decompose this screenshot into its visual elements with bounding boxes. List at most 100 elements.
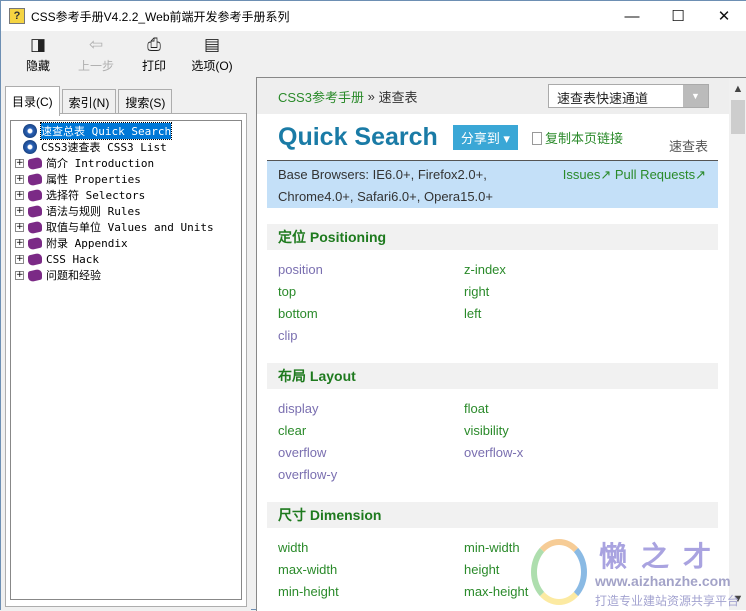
- expand-icon[interactable]: +: [15, 158, 24, 168]
- breadcrumb-home-link[interactable]: CSS3参考手册: [278, 87, 364, 106]
- section-heading: 定位 Positioning: [267, 224, 718, 250]
- property-link[interactable]: overflow: [278, 442, 464, 464]
- print-icon: ⎙: [147, 35, 161, 54]
- tree-item[interactable]: + 附录 Appendix: [11, 235, 241, 251]
- property-link[interactable]: z-index: [464, 259, 650, 281]
- property-list: display float clear visibility overflow overf…: [267, 389, 718, 486]
- expand-icon[interactable]: +: [15, 174, 24, 184]
- tree-item[interactable]: 速查总表 Quick Search: [11, 122, 241, 140]
- property-link[interactable]: float: [464, 398, 650, 420]
- maximize-button[interactable]: ☐: [655, 1, 701, 31]
- options-icon: ▤: [203, 35, 221, 54]
- contents-tree: 速查总表 Quick Search CSS3速查表 CSS3 List + 简介 In…: [10, 120, 242, 600]
- share-button[interactable]: 分享到 ▾: [452, 124, 518, 150]
- minimize-button[interactable]: —: [609, 1, 655, 31]
- expand-icon[interactable]: +: [15, 270, 24, 280]
- property-link[interactable]: top: [278, 281, 464, 303]
- browser-support-box: Base Browsers: IE6.0+, Firefox2.0+, Chro…: [267, 160, 718, 208]
- tree-item-label: 选择符 Selectors: [46, 189, 146, 202]
- help-page-icon: [23, 140, 37, 154]
- property-link[interactable]: min-width: [464, 537, 650, 559]
- tree-item-label: CSS3速查表 CSS3 List: [41, 141, 167, 154]
- toolbar-button-1[interactable]: ⇦ 上一步: [67, 31, 125, 77]
- breadcrumb-separator: »: [363, 88, 379, 104]
- property-link[interactable]: left: [464, 303, 650, 325]
- property-link[interactable]: height: [464, 559, 650, 581]
- page-tag: 速查表: [668, 139, 708, 154]
- property-link[interactable]: clear: [278, 420, 464, 442]
- expand-icon[interactable]: +: [15, 206, 24, 216]
- book-icon: [28, 268, 42, 282]
- tree-item[interactable]: + 问题和经验: [11, 267, 241, 283]
- expand-icon[interactable]: +: [15, 254, 24, 264]
- property-link[interactable]: min-height: [278, 581, 464, 603]
- toolbar-button-2[interactable]: ⎙ 打印: [125, 31, 183, 77]
- scroll-down-icon[interactable]: ▼: [729, 588, 746, 610]
- breadcrumb-current: 速查表: [378, 89, 418, 105]
- quick-channel-select[interactable]: 速查表快速通道 ▼: [548, 84, 709, 108]
- tab-2[interactable]: 搜索(S): [118, 89, 173, 115]
- scrollbar-thumb[interactable]: [731, 100, 745, 134]
- tree-item[interactable]: + 取值与单位 Values and Units: [11, 219, 241, 235]
- tree-item[interactable]: CSS3速查表 CSS3 List: [11, 139, 241, 155]
- help-page-icon: [23, 124, 37, 138]
- property-link[interactable]: bottom: [278, 303, 464, 325]
- toolbar-button-3[interactable]: ▤ 选项(O): [183, 31, 241, 77]
- tree-item-label: 取值与单位 Values and Units: [46, 221, 214, 234]
- expand-icon[interactable]: +: [15, 238, 24, 248]
- book-icon: [28, 236, 42, 250]
- help-app-icon: ?: [9, 8, 25, 24]
- book-icon: [28, 188, 42, 202]
- property-link[interactable]: position: [278, 259, 464, 281]
- tree-item-label: 属性 Properties: [46, 173, 141, 186]
- quick-channel-value: 速查表快速通道: [557, 91, 649, 106]
- tab-1[interactable]: 索引(N): [61, 89, 117, 115]
- copy-link-button[interactable]: 复制本页链接: [531, 128, 623, 147]
- property-link[interactable]: max-height: [464, 581, 650, 603]
- tree-item[interactable]: + 语法与规则 Rules: [11, 203, 241, 219]
- expand-icon[interactable]: +: [15, 190, 24, 200]
- tree-item[interactable]: + 简介 Introduction: [11, 155, 241, 171]
- content-pane: CSS3参考手册 » 速查表 速查表快速通道 ▼ Quick Search 分享…: [256, 77, 746, 611]
- property-link[interactable]: clip: [278, 325, 464, 347]
- tree-item[interactable]: + CSS Hack: [11, 251, 241, 267]
- toolbar-button-label: 选项(O): [191, 59, 233, 73]
- property-link[interactable]: display: [278, 398, 464, 420]
- property-link[interactable]: max-width: [278, 559, 464, 581]
- book-icon: [28, 252, 42, 266]
- tree-item[interactable]: + 选择符 Selectors: [11, 187, 241, 203]
- vertical-scrollbar[interactable]: ▲ ▼: [729, 78, 746, 610]
- property-link[interactable]: width: [278, 537, 464, 559]
- book-icon: [28, 204, 42, 218]
- property-link[interactable]: overflow-x: [464, 442, 650, 464]
- issues-link[interactable]: Issues↗: [563, 167, 611, 182]
- toolbar-button-label: 上一步: [77, 59, 114, 73]
- property-link[interactable]: visibility: [464, 420, 650, 442]
- property-link[interactable]: right: [464, 281, 650, 303]
- section-heading: 尺寸 Dimension: [267, 502, 718, 528]
- tab-0[interactable]: 目录(C): [5, 86, 60, 116]
- chevron-down-icon[interactable]: ▼: [683, 85, 708, 107]
- book-icon: [28, 156, 42, 170]
- scroll-up-icon[interactable]: ▲: [729, 78, 746, 100]
- toolbar-button-0[interactable]: ◨ 隐藏: [9, 31, 67, 77]
- property-link[interactable]: overflow-y: [278, 464, 464, 486]
- tree-item-label: CSS Hack: [46, 252, 99, 266]
- copy-link-label: 复制本页链接: [544, 130, 623, 146]
- toolbar: ◨ 隐藏 ⇦ 上一步 ⎙ 打印 ▤ 选项(O): [1, 31, 746, 77]
- tree-item-label: 语法与规则 Rules: [46, 205, 141, 218]
- document-icon: [531, 131, 542, 145]
- window-title: CSS参考手册V4.2.2_Web前端开发参考手册系列: [31, 9, 290, 24]
- back-icon: ⇦: [88, 35, 104, 54]
- hide-icon: ◨: [29, 35, 47, 54]
- title-bar: ? CSS参考手册V4.2.2_Web前端开发参考手册系列 — ☐ ✕: [1, 1, 746, 31]
- navigation-pane: 目录(C) 索引(N) 搜索(S) 速查总表 Quick Search CSS3速查表…: [1, 77, 251, 611]
- tree-item-label: 问题和经验: [46, 269, 101, 282]
- expand-icon[interactable]: +: [15, 222, 24, 232]
- toolbar-button-label: 隐藏: [25, 59, 50, 73]
- book-icon: [28, 172, 42, 186]
- pull-requests-link[interactable]: Pull Requests↗: [615, 167, 706, 182]
- book-icon: [28, 220, 42, 234]
- close-button[interactable]: ✕: [701, 1, 746, 31]
- tree-item[interactable]: + 属性 Properties: [11, 171, 241, 187]
